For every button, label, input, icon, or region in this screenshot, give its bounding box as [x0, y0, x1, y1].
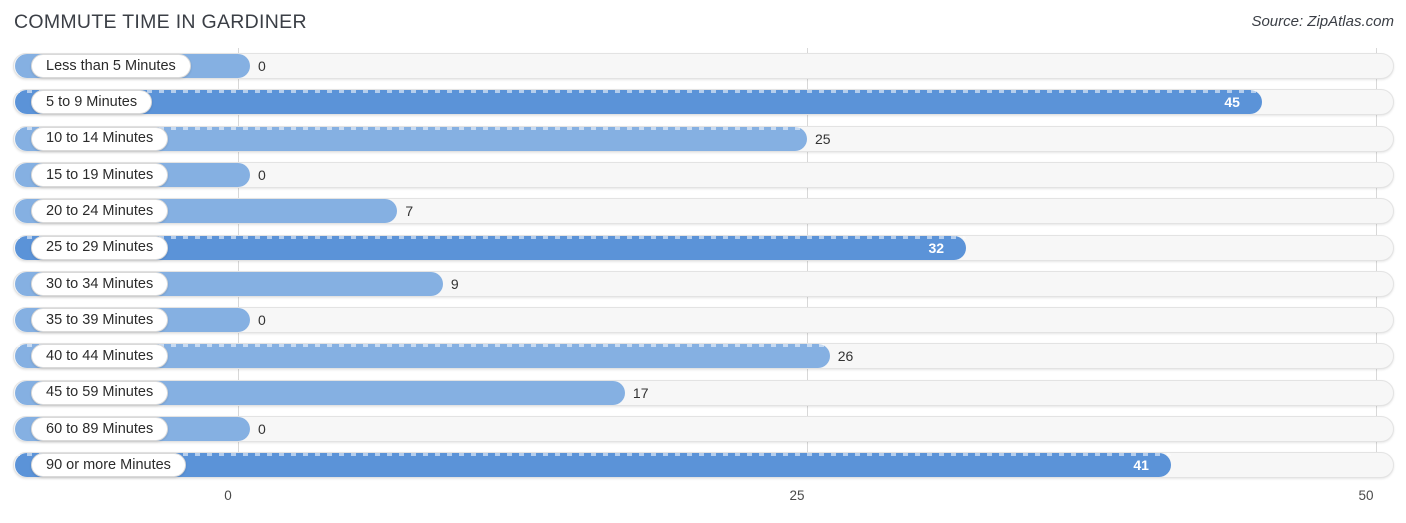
category-label: 25 to 29 Minutes	[46, 239, 154, 256]
bar-value-label: 0	[258, 166, 266, 183]
category-label: 20 to 24 Minutes	[46, 202, 154, 219]
category-label: Less than 5 Minutes	[46, 57, 176, 74]
category-label-pill[interactable]: 25 to 29 Minutes	[31, 235, 169, 260]
category-label: 60 to 89 Minutes	[46, 420, 154, 437]
category-label: 90 or more Minutes	[46, 457, 171, 474]
chart-header: COMMUTE TIME IN GARDINER Source: ZipAtla…	[0, 0, 1406, 46]
bar-row[interactable]: 30 to 34 Minutes 9	[0, 269, 1406, 299]
bar-row[interactable]: 40 to 44 Minutes 26	[0, 341, 1406, 371]
page-title: COMMUTE TIME IN GARDINER	[14, 11, 307, 33]
bar-value-label: 17	[632, 384, 649, 401]
category-label-pill[interactable]: 35 to 39 Minutes	[31, 308, 169, 333]
bar-fill[interactable]	[15, 90, 1263, 115]
x-axis: 0 25 50	[0, 480, 1406, 523]
category-label-pill[interactable]: 90 or more Minutes	[31, 453, 186, 478]
category-label-pill[interactable]: 15 to 19 Minutes	[31, 162, 169, 187]
bar-row[interactable]: Less than 5 Minutes 0	[0, 51, 1406, 81]
bar-value-label: 7	[405, 203, 414, 220]
bar-value-label: 9	[450, 275, 459, 292]
bar-value-label: 45	[1224, 94, 1240, 111]
category-label-pill[interactable]: 5 to 9 Minutes	[31, 90, 153, 115]
category-label-pill[interactable]: 20 to 24 Minutes	[31, 199, 169, 224]
source-attribution: Source: ZipAtlas.com	[1251, 13, 1394, 30]
bar-value-label: 26	[837, 348, 854, 365]
chart-container: COMMUTE TIME IN GARDINER Source: ZipAtla…	[0, 0, 1406, 523]
bar-row[interactable]: 5 to 9 Minutes 45	[0, 87, 1406, 117]
category-label-pill[interactable]: 10 to 14 Minutes	[31, 126, 169, 151]
bar-dot-texture	[15, 453, 1172, 457]
category-label: 5 to 9 Minutes	[46, 94, 138, 111]
axis-tick-50: 50	[1358, 488, 1374, 503]
bar-row[interactable]: 20 to 24 Minutes 7	[0, 196, 1406, 226]
category-label: 10 to 14 Minutes	[46, 130, 154, 147]
plot-area: Less than 5 Minutes 0 5 to 9 Minutes 45 10 t…	[0, 46, 1406, 480]
bar-row[interactable]: 15 to 19 Minutes 0	[0, 160, 1406, 190]
bar-row[interactable]: 60 to 89 Minutes 0	[0, 414, 1406, 444]
bar-row[interactable]: 35 to 39 Minutes 0	[0, 305, 1406, 335]
bar-row[interactable]: 10 to 14 Minutes 25	[0, 124, 1406, 154]
category-label-pill[interactable]: Less than 5 Minutes	[31, 54, 191, 78]
bar-fill[interactable]	[15, 453, 1172, 478]
bar-value-label: 0	[258, 312, 266, 329]
bar-row[interactable]: 25 to 29 Minutes 32	[0, 233, 1406, 263]
bar-rows: Less than 5 Minutes 0 5 to 9 Minutes 45 10 t…	[0, 46, 1406, 480]
bar-value-label: 41	[1133, 457, 1149, 474]
bar-dot-texture	[15, 90, 1263, 94]
axis-tick-0: 0	[224, 488, 232, 503]
category-label-pill[interactable]: 45 to 59 Minutes	[31, 380, 169, 405]
category-label: 40 to 44 Minutes	[46, 348, 154, 365]
category-label: 15 to 19 Minutes	[46, 166, 154, 183]
bar-value-label: 0	[258, 421, 266, 437]
category-label-pill[interactable]: 30 to 34 Minutes	[31, 271, 169, 296]
bar-value-label: 0	[258, 58, 266, 74]
category-label: 35 to 39 Minutes	[46, 311, 154, 328]
bar-row[interactable]: 45 to 59 Minutes 17	[0, 378, 1406, 408]
axis-tick-25: 25	[789, 488, 805, 503]
category-label-pill[interactable]: 40 to 44 Minutes	[31, 344, 169, 369]
category-label: 30 to 34 Minutes	[46, 275, 154, 292]
category-label-pill[interactable]: 60 to 89 Minutes	[31, 417, 169, 441]
bar-value-label: 25	[815, 130, 831, 147]
bar-value-label: 32	[928, 239, 945, 256]
bar-row[interactable]: 90 or more Minutes 41	[0, 450, 1406, 480]
category-label: 45 to 59 Minutes	[46, 384, 154, 401]
